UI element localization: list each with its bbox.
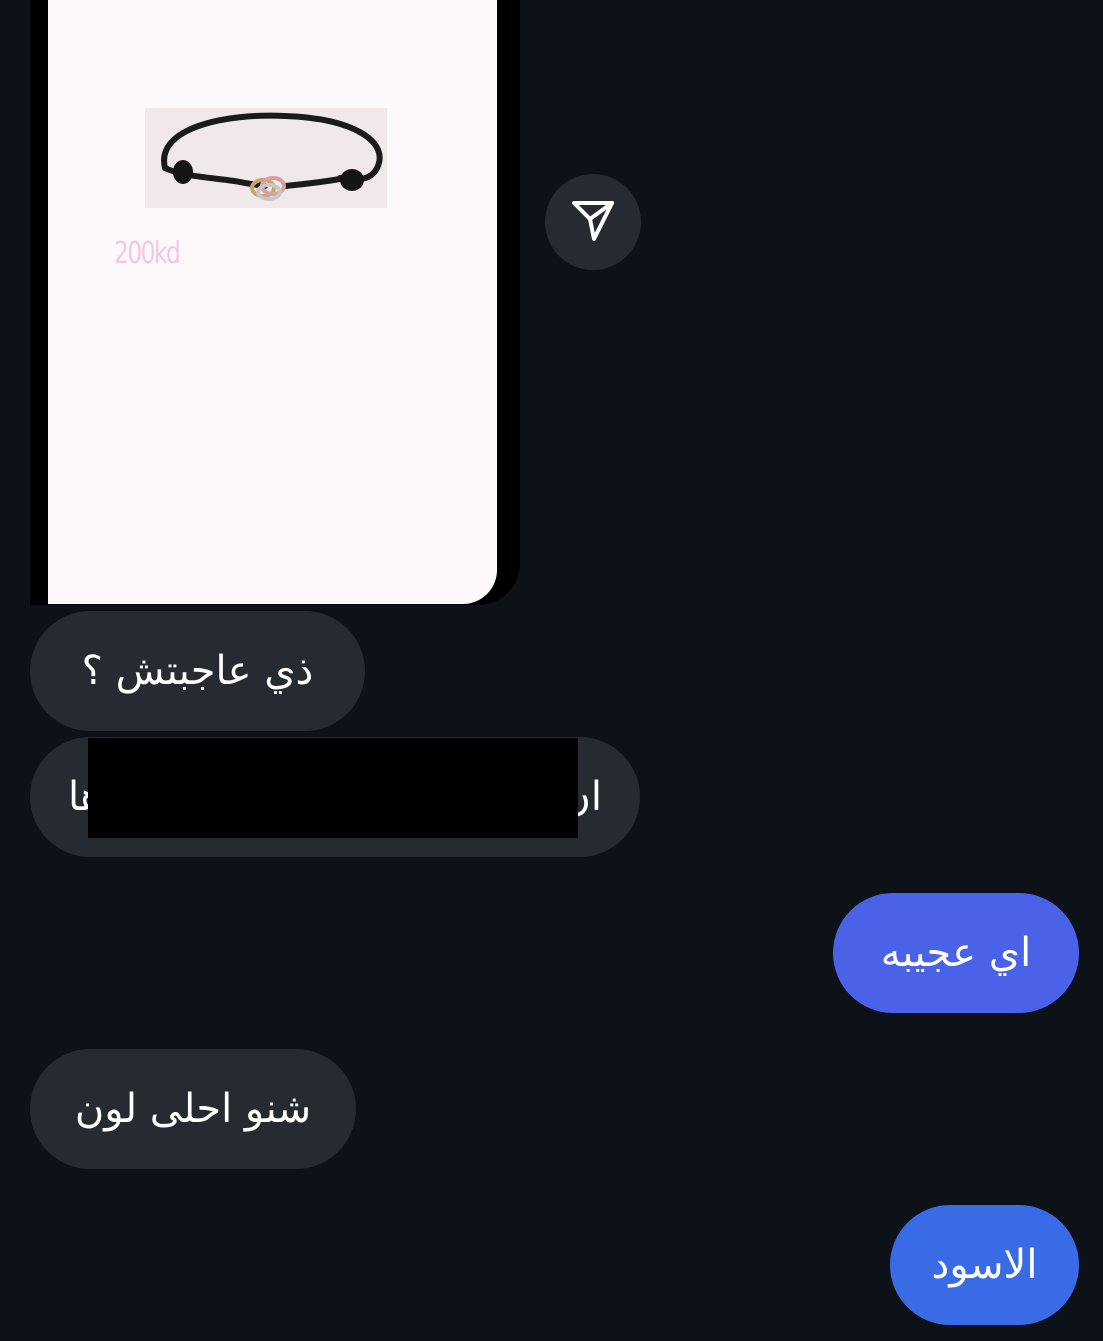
message-text: شنو احلى لون: [74, 1086, 312, 1132]
message-bubble-outgoing[interactable]: الاسود: [890, 1205, 1079, 1325]
message-bubble-incoming[interactable]: ذي عاجبتش ؟: [30, 611, 365, 731]
chat-screen: 200kd ذي عاجبتش ؟ ان ها اي عجيبه شنو احل…: [0, 0, 1103, 1341]
message-text: اي عجيبه: [880, 930, 1032, 976]
message-bubble-outgoing[interactable]: اي عجيبه: [833, 893, 1079, 1013]
send-icon: [570, 197, 616, 247]
message-text: الاسود: [931, 1242, 1038, 1288]
shared-post[interactable]: 200kd: [30, 0, 520, 605]
bracelet-icon: [145, 108, 387, 208]
shared-post-image[interactable]: 200kd: [48, 0, 497, 604]
redaction-block: [88, 738, 578, 838]
share-button[interactable]: [545, 174, 641, 270]
message-bubble-incoming[interactable]: شنو احلى لون: [30, 1049, 356, 1169]
message-text: ذي عاجبتش ؟: [81, 648, 314, 694]
price-label: 200kd: [114, 236, 181, 271]
